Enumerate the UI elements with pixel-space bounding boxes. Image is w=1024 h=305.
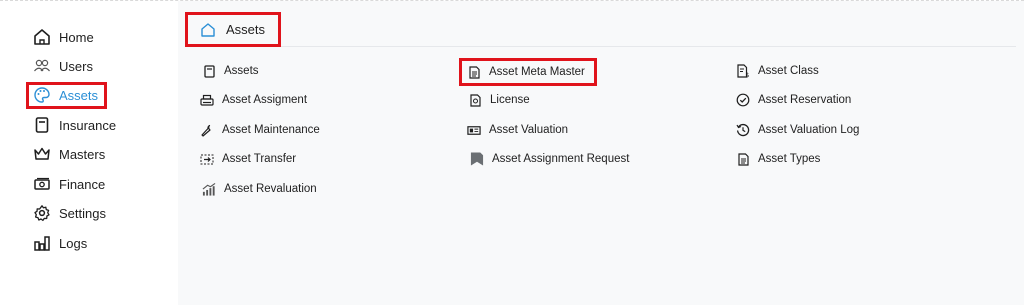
bookmark-icon <box>470 152 484 166</box>
breadcrumb-label: Assets <box>226 22 266 37</box>
transfer-icon <box>200 152 214 166</box>
crown-icon <box>32 145 51 164</box>
link-asset-reservation[interactable]: Asset Reservation <box>736 89 851 111</box>
link-asset-transfer[interactable]: Asset Transfer <box>200 148 296 170</box>
link-label: Asset Valuation <box>489 124 569 136</box>
file-list-icon <box>736 152 750 166</box>
link-asset-valuation-log[interactable]: Asset Valuation Log <box>736 119 859 141</box>
sidebar-item-label: Home <box>59 29 94 45</box>
money-icon <box>32 175 51 194</box>
file-text-icon <box>467 65 481 79</box>
link-label: Asset Maintenance <box>222 124 320 136</box>
link-label: Asset Valuation Log <box>758 124 860 136</box>
link-assets[interactable]: Assets <box>202 60 259 82</box>
link-asset-maintenance[interactable]: Asset Maintenance <box>200 119 320 141</box>
link-label: Asset Types <box>758 153 821 165</box>
printer-icon <box>200 93 214 107</box>
highlight-box <box>26 82 107 109</box>
sidebar-item-label: Finance <box>59 176 106 192</box>
wrench-icon <box>200 123 214 137</box>
main-panel: Assets Assets Asset Assigment Asset Main… <box>178 1 1024 305</box>
link-asset-assignment-request[interactable]: Asset Assignment Request <box>470 148 629 170</box>
sidebar-item-settings[interactable]: Settings <box>32 200 106 226</box>
link-label: Asset Assigment <box>222 94 308 106</box>
link-label: License <box>490 94 530 106</box>
sidebar-item-users[interactable]: Users <box>32 53 93 79</box>
license-icon <box>468 93 482 107</box>
link-license[interactable]: License <box>468 89 530 111</box>
link-asset-assigment[interactable]: Asset Assigment <box>200 89 307 111</box>
chart-growth-icon <box>202 182 216 196</box>
document-icon <box>32 116 51 135</box>
sidebar-item-label: Insurance <box>59 117 117 133</box>
sidebar-item-logs[interactable]: Logs <box>32 230 87 256</box>
link-label: Asset Transfer <box>222 153 297 165</box>
sidebar-item-label: Users <box>59 58 93 74</box>
link-asset-meta-master[interactable]: Asset Meta Master <box>459 58 597 86</box>
valuation-card-icon <box>467 123 481 137</box>
file-dollar-icon: $ <box>736 64 750 78</box>
link-label: Asset Revaluation <box>224 183 317 195</box>
link-label: Asset Class <box>758 65 819 77</box>
sidebar-item-label: Logs <box>59 235 88 251</box>
sidebar-item-home[interactable]: Home <box>32 24 94 50</box>
breadcrumb[interactable]: Assets <box>185 12 281 47</box>
link-label: Asset Reservation <box>758 94 852 106</box>
sidebar-item-label: Settings <box>59 205 106 221</box>
link-asset-types[interactable]: Asset Types <box>736 148 820 170</box>
sidebar-item-finance[interactable]: Finance <box>32 171 105 197</box>
sidebar-item-masters[interactable]: Masters <box>32 141 105 167</box>
sidebar-item-insurance[interactable]: Insurance <box>32 112 116 138</box>
document-icon <box>202 64 216 78</box>
sidebar: Home Users Assets Insurance Masters Fina… <box>0 1 178 305</box>
history-icon <box>736 123 750 137</box>
home-icon <box>32 28 51 47</box>
link-label: Asset Meta Master <box>489 66 585 78</box>
check-circle-icon <box>736 93 750 107</box>
svg-text:$: $ <box>746 72 750 78</box>
link-asset-valuation[interactable]: Asset Valuation <box>467 119 568 141</box>
link-label: Assets <box>224 65 259 77</box>
home-icon <box>200 22 216 38</box>
users-icon <box>32 57 51 76</box>
link-label: Asset Assignment Request <box>492 153 630 165</box>
link-asset-class[interactable]: $ Asset Class <box>736 60 819 82</box>
divider <box>281 46 1016 47</box>
gear-icon <box>32 204 51 223</box>
link-asset-revaluation[interactable]: Asset Revaluation <box>202 178 317 200</box>
bar-chart-icon <box>32 234 51 253</box>
sidebar-item-assets[interactable]: Assets <box>26 82 107 109</box>
sidebar-item-label: Masters <box>59 146 106 162</box>
